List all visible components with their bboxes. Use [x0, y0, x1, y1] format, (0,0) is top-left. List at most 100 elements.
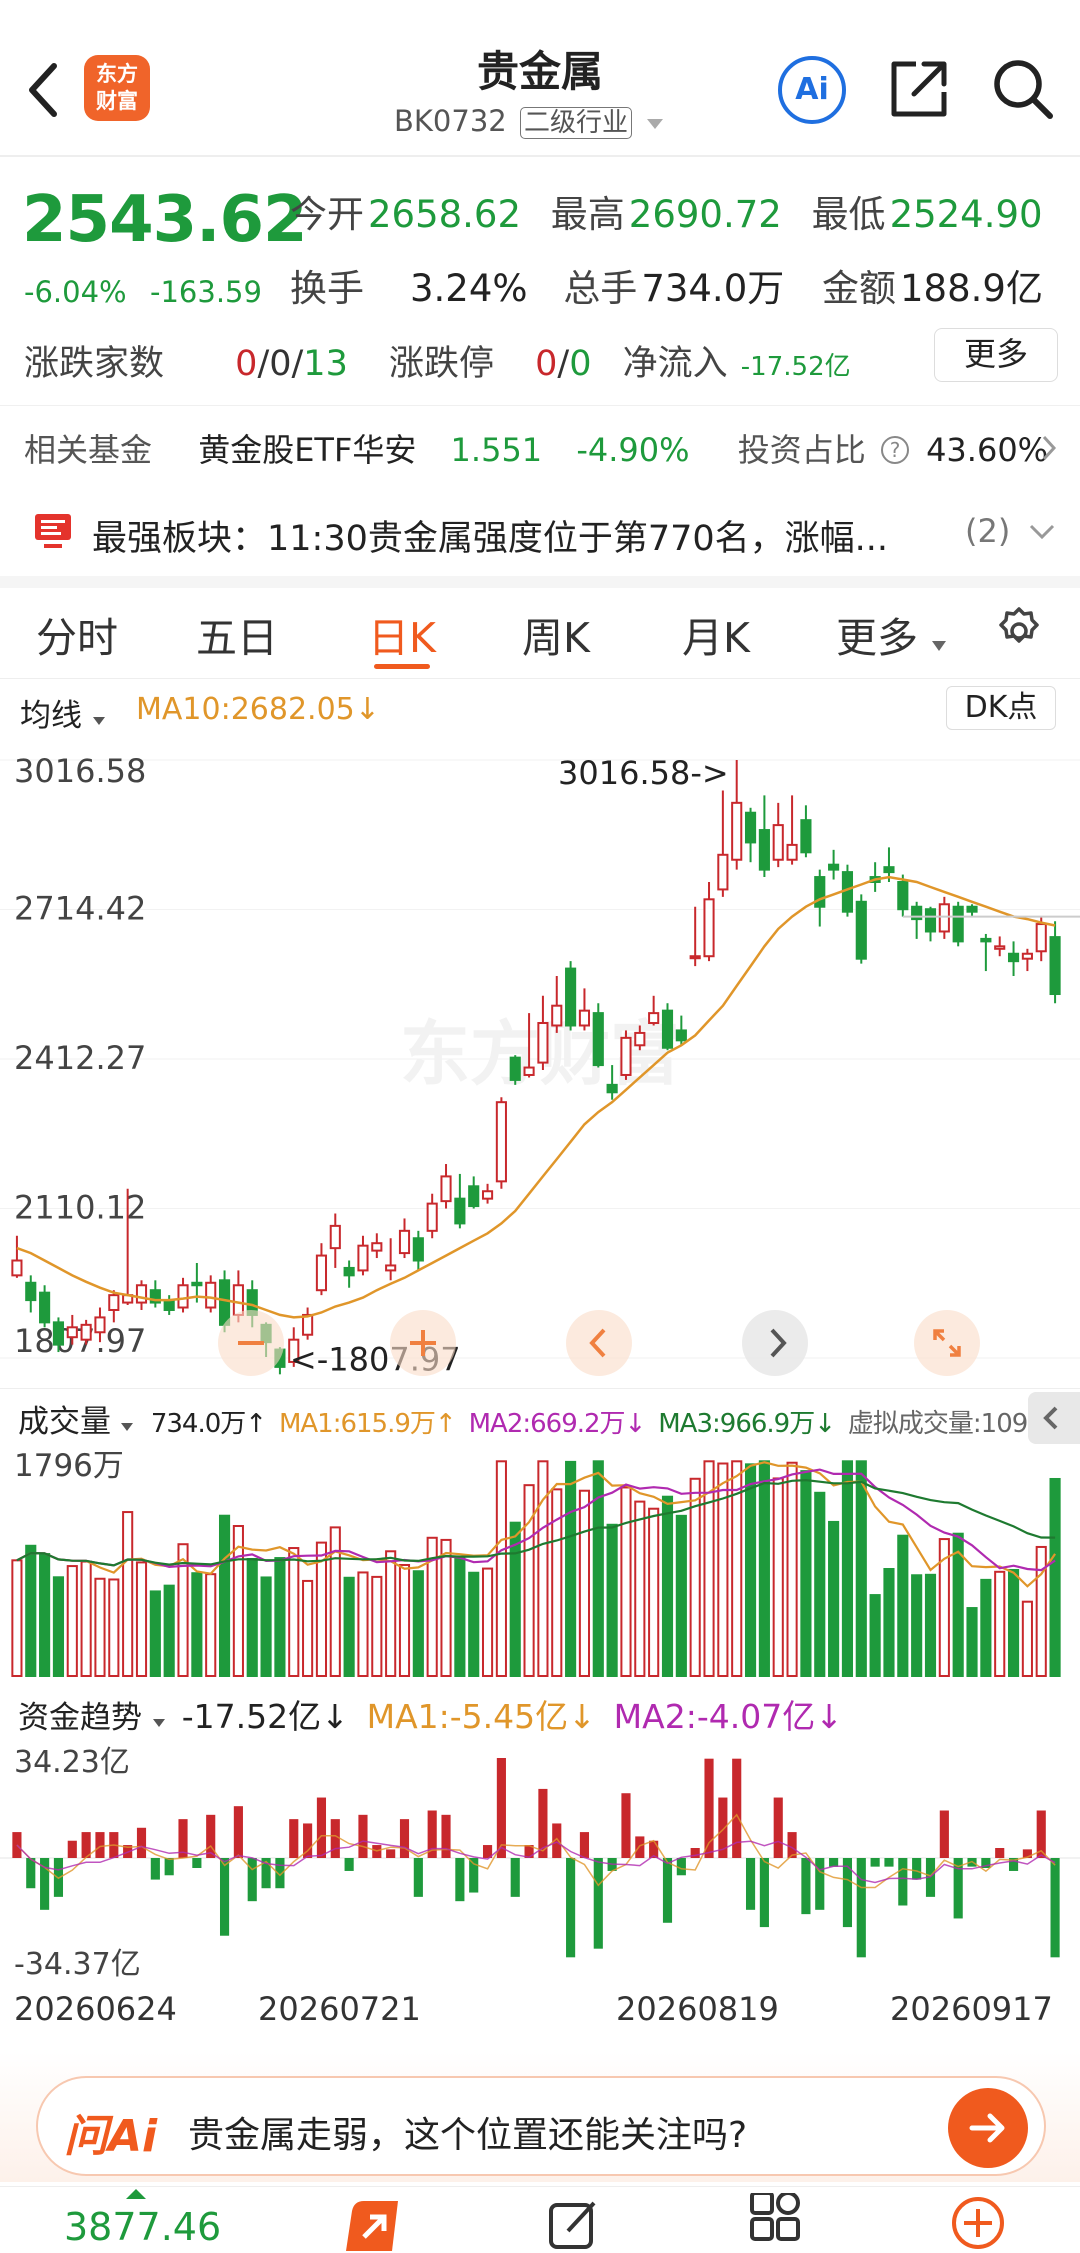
candle	[80, 1323, 92, 1341]
candle	[343, 1266, 355, 1277]
amount-value: 188.9亿	[900, 267, 1043, 310]
ai-ask-bar[interactable]: 问Ai 贵金属走弱，这个位置还能关注吗?	[36, 2076, 1046, 2176]
low-value: 2524.90	[889, 193, 1043, 236]
candle	[578, 1009, 591, 1027]
breadth-flat: /0/	[257, 344, 304, 384]
plus-icon	[410, 1330, 436, 1356]
index-value[interactable]: 3877.46	[64, 2205, 221, 2249]
related-fund-row[interactable]: 相关基金 黄金股ETF华安 1.551 -4.90% 投资占比 ? 43.60%	[24, 425, 1048, 471]
candle	[329, 1224, 341, 1250]
notice-row[interactable]: 最强板块：11:30贵金属强度位于第770名，涨幅... (2)	[0, 492, 1080, 574]
flow-bar	[510, 1858, 520, 1897]
candle	[1035, 923, 1047, 953]
volume-bar	[772, 1477, 784, 1677]
sector-code-row[interactable]: BK0732 二级行业	[394, 102, 665, 139]
volume-bar	[648, 1507, 660, 1677]
chevron-down-icon[interactable]	[1028, 522, 1056, 542]
chevron-left-icon	[1043, 1406, 1058, 1430]
volume-bar	[302, 1579, 314, 1677]
dk-point-button[interactable]: DK点	[946, 686, 1056, 730]
flow-bar	[939, 1810, 949, 1858]
gear-icon[interactable]	[992, 604, 1046, 658]
edit-icon[interactable]	[546, 2195, 602, 2251]
volume-bar	[994, 1570, 1006, 1677]
candle	[66, 1326, 78, 1339]
volume-bar	[260, 1576, 272, 1678]
flow-bar	[829, 1858, 839, 1867]
tab-intraday[interactable]: 分时	[36, 604, 118, 664]
candle	[648, 1012, 660, 1025]
tab-five-day[interactable]: 五日	[196, 604, 278, 664]
ma-selector[interactable]: 均线	[20, 690, 106, 735]
candle	[25, 1281, 37, 1302]
tab-daily-k[interactable]: 日K	[368, 604, 436, 664]
fund-flow-selector[interactable]: 资金趋势	[18, 1700, 166, 1736]
candlestick-chart[interactable]: 东方财富3016.582714.422412.272110.121807.973…	[0, 738, 1080, 1388]
flow-bar	[566, 1858, 576, 1958]
tab-more[interactable]: 更多	[836, 604, 947, 664]
volume-bar	[122, 1511, 134, 1677]
volume-value: 734.0万	[641, 267, 785, 310]
search-icon[interactable]	[990, 56, 1056, 122]
chevron-right-icon[interactable]	[1040, 433, 1058, 463]
flow-bar	[801, 1858, 811, 1915]
svg-text:?: ?	[890, 438, 901, 462]
apps-icon[interactable]	[748, 2193, 806, 2251]
candle	[952, 905, 964, 943]
ma-label: 均线	[20, 698, 82, 734]
candle	[39, 1291, 51, 1324]
triangle-up-icon	[126, 2189, 146, 2199]
candle	[481, 1190, 494, 1200]
volume-bar	[924, 1573, 937, 1677]
trade-icon[interactable]	[338, 2193, 410, 2253]
volume-bar	[828, 1520, 840, 1677]
volume-bar	[565, 1460, 577, 1678]
more-button[interactable]: 更多	[934, 328, 1058, 382]
share-icon[interactable]	[888, 58, 950, 120]
volume-bar	[11, 1559, 23, 1677]
candle	[509, 1056, 521, 1081]
caret-down-icon	[120, 1423, 133, 1431]
flow-bar	[150, 1858, 160, 1880]
volume-bar	[523, 1484, 535, 1678]
date-label: 20260721	[258, 1990, 421, 2028]
fund-flow-chart[interactable]: 34.23亿 -34.37亿	[0, 1738, 1080, 1978]
y-axis-label: 3016.58	[14, 752, 146, 790]
y-axis-label: 34.23亿	[14, 1745, 130, 1780]
volume-bar	[66, 1565, 78, 1677]
flow-bar	[856, 1858, 866, 1958]
add-watchlist-icon[interactable]	[950, 2195, 1006, 2251]
candle	[454, 1197, 466, 1225]
fund-flow-value: -17.52亿↓	[181, 1697, 349, 1736]
max-annotation: 3016.58->	[558, 754, 729, 792]
ai-button[interactable]: Ai	[778, 56, 846, 124]
volume-bar	[94, 1577, 106, 1677]
divider	[0, 405, 1080, 406]
volume-bar	[468, 1571, 480, 1677]
volume-chart[interactable]: 1796万	[0, 1440, 1080, 1680]
candle	[177, 1284, 189, 1309]
help-icon[interactable]: ?	[880, 435, 910, 465]
flow-bar	[386, 1849, 396, 1858]
volume-bar	[39, 1553, 51, 1677]
dk-point-label: DK点	[964, 690, 1038, 725]
volume-value: 734.0万↑	[150, 1409, 267, 1439]
flow-bar	[67, 1840, 77, 1858]
candle	[731, 801, 743, 861]
volume-ma3: MA3:966.9万↓	[658, 1409, 836, 1439]
limit-sep: /	[557, 344, 570, 384]
volume-selector[interactable]: 成交量	[18, 1404, 134, 1440]
candle	[772, 824, 784, 861]
candle	[191, 1281, 203, 1287]
candle	[1049, 936, 1061, 996]
caret-down-icon	[932, 641, 947, 651]
volume-bar	[675, 1514, 687, 1678]
high-label: 最高	[550, 193, 625, 236]
amount-label: 金额	[822, 267, 897, 310]
volume-bar	[537, 1460, 549, 1677]
breadth-values: 0/0/13	[235, 344, 348, 384]
flow-bar	[95, 1832, 105, 1858]
tab-weekly-k[interactable]: 周K	[522, 604, 590, 664]
tab-monthly-k[interactable]: 月K	[682, 604, 750, 664]
tab-more-label: 更多	[836, 614, 918, 662]
